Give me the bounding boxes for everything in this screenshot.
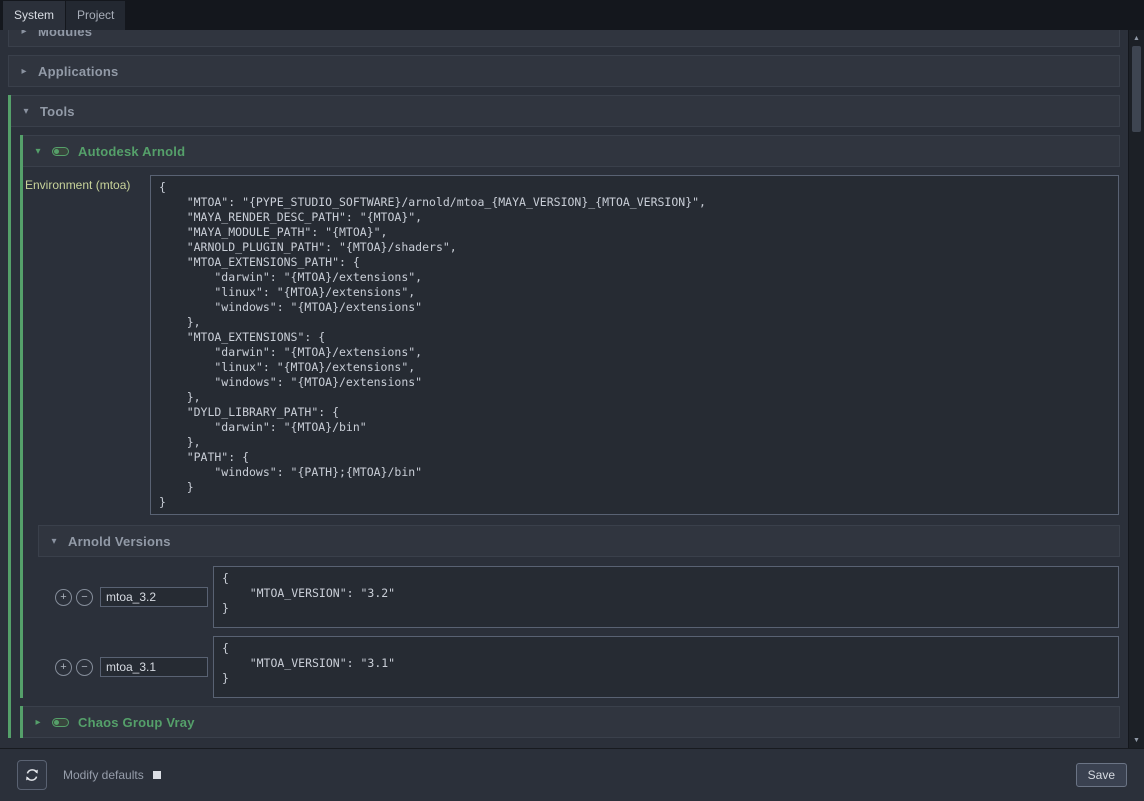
- section-header-modules[interactable]: ▸ Modules: [8, 30, 1120, 47]
- add-version-button[interactable]: +: [55, 589, 72, 606]
- group-label-chaos-group-vray: Chaos Group Vray: [78, 715, 195, 730]
- chevron-right-icon: ▸: [33, 717, 43, 728]
- footer-bar: Modify defaults Save: [0, 748, 1144, 801]
- tab-system[interactable]: System: [3, 1, 65, 30]
- version-key-input[interactable]: [100, 587, 208, 607]
- chevron-down-icon: ▾: [21, 106, 31, 117]
- refresh-button[interactable]: [17, 760, 47, 790]
- environment-field-row: Environment (mtoa) { "MTOA": "{PYPE_STUD…: [25, 175, 1119, 515]
- toggle-knob: [54, 720, 59, 725]
- toggle-icon[interactable]: [52, 718, 69, 727]
- section-label-modules: Modules: [38, 30, 92, 39]
- group-autodesk-arnold: ▾ Autodesk Arnold Environment (mtoa) { "…: [20, 135, 1120, 698]
- version-value-editor[interactable]: { "MTOA_VERSION": "3.1" }: [213, 636, 1119, 698]
- scroll-up-icon: ▲: [1133, 35, 1140, 42]
- group-label-autodesk-arnold: Autodesk Arnold: [78, 144, 185, 159]
- chevron-down-icon: ▾: [33, 146, 43, 157]
- vertical-scrollbar[interactable]: ▲ ▼: [1128, 30, 1144, 748]
- toggle-knob: [54, 149, 59, 154]
- settings-scroll-area: ▸ Modules ▸ Applications ▾ Tools ▾ Autod…: [0, 30, 1128, 748]
- tab-bar: System Project: [0, 0, 1144, 30]
- save-button[interactable]: Save: [1076, 763, 1127, 787]
- section-header-tools[interactable]: ▾ Tools: [11, 95, 1120, 127]
- chevron-right-icon: ▸: [19, 66, 29, 77]
- group-chaos-group-vray: ▸ Chaos Group Vray: [20, 706, 1120, 738]
- scrollbar-thumb[interactable]: [1132, 46, 1141, 132]
- section-tools: ▾ Tools ▾ Autodesk Arnold Environment (m…: [8, 95, 1120, 738]
- remove-version-button[interactable]: −: [76, 659, 93, 676]
- tab-project[interactable]: Project: [66, 1, 125, 30]
- refresh-icon: [24, 767, 40, 783]
- toggle-icon[interactable]: [52, 147, 69, 156]
- remove-version-button[interactable]: −: [76, 589, 93, 606]
- add-version-button[interactable]: +: [55, 659, 72, 676]
- chevron-right-icon: ▸: [19, 30, 29, 37]
- group-label-arnold-versions: Arnold Versions: [68, 534, 171, 549]
- version-key-input[interactable]: [100, 657, 208, 677]
- group-header-chaos-group-vray[interactable]: ▸ Chaos Group Vray: [23, 706, 1120, 738]
- group-header-arnold-versions[interactable]: ▾ Arnold Versions: [38, 525, 1120, 557]
- version-value-editor[interactable]: { "MTOA_VERSION": "3.2" }: [213, 566, 1119, 628]
- environment-editor[interactable]: { "MTOA": "{PYPE_STUDIO_SOFTWARE}/arnold…: [150, 175, 1119, 515]
- group-header-autodesk-arnold[interactable]: ▾ Autodesk Arnold: [23, 135, 1120, 167]
- scroll-up-button[interactable]: ▲: [1129, 31, 1144, 45]
- modify-defaults-label: Modify defaults: [63, 768, 144, 782]
- section-header-applications[interactable]: ▸ Applications: [8, 55, 1120, 87]
- environment-label: Environment (mtoa): [25, 175, 146, 192]
- chevron-down-icon: ▾: [49, 536, 59, 547]
- section-label-applications: Applications: [38, 64, 118, 79]
- version-row: + − { "MTOA_VERSION": "3.2" }: [55, 566, 1119, 628]
- section-label-tools: Tools: [40, 104, 75, 119]
- scroll-down-button[interactable]: ▼: [1129, 733, 1144, 747]
- modify-defaults-indicator[interactable]: [153, 771, 161, 779]
- arnold-versions-group: ▾ Arnold Versions + − { "MTOA_VERSION": …: [38, 525, 1120, 698]
- settings-window: System Project ▸ Modules ▸ Applications …: [0, 0, 1144, 801]
- version-row: + − { "MTOA_VERSION": "3.1" }: [55, 636, 1119, 698]
- scroll-down-icon: ▼: [1133, 737, 1140, 744]
